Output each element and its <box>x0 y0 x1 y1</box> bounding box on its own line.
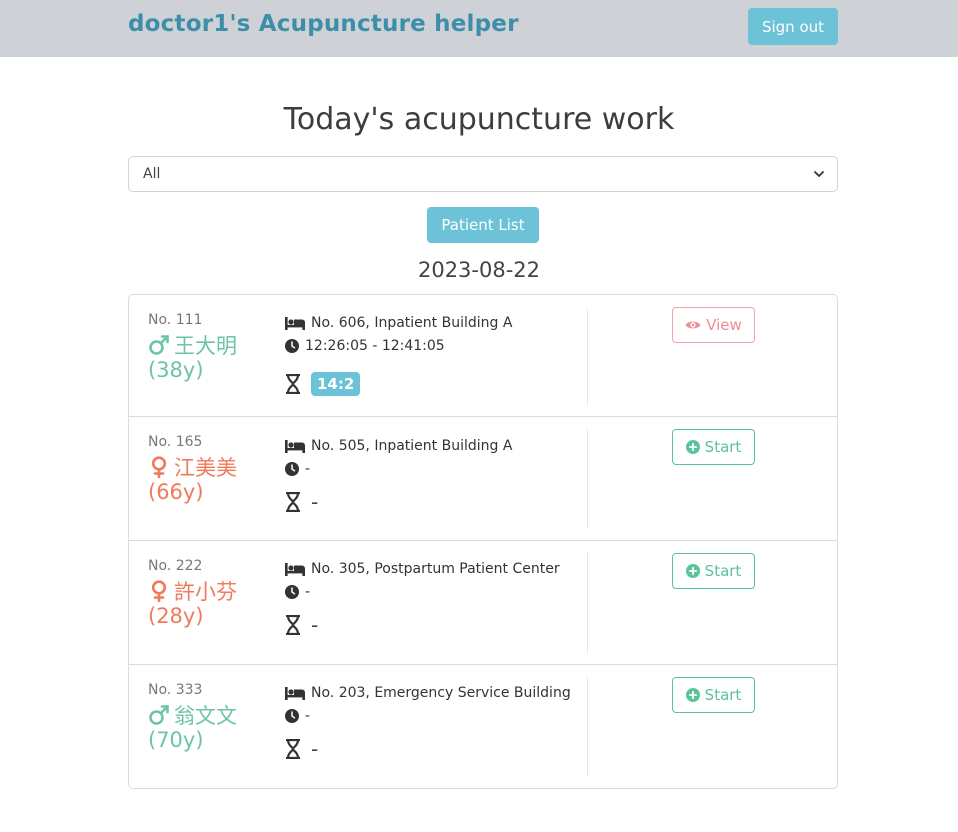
start-button[interactable]: Start <box>672 677 755 713</box>
timer-text: - <box>311 737 319 761</box>
time-text: 12:26:05 - 12:41:05 <box>305 338 445 354</box>
hourglass-icon <box>286 739 300 759</box>
patient-location: No. 505, Inpatient Building A <box>285 438 512 454</box>
patient-name-text: 翁文文 <box>174 704 237 728</box>
start-button-label: Start <box>704 562 742 580</box>
patient-row: No. 222 許小芬 (28y) No. 305, Postpartum Pa… <box>129 541 837 665</box>
session-timer: 14:2 <box>285 372 361 396</box>
location-text: No. 203, Emergency Service Building <box>311 685 571 701</box>
session-time: 12:26:05 - 12:41:05 <box>285 338 445 354</box>
location-text: No. 606, Inpatient Building A <box>311 315 513 331</box>
time-text: - <box>305 461 311 477</box>
location-text: No. 305, Postpartum Patient Center <box>311 561 560 577</box>
location-text: No. 505, Inpatient Building A <box>311 438 513 454</box>
patient-card-list: No. 111 王大明 (38y) No. 606, Inpatient Bui… <box>128 294 838 789</box>
plus-circle-icon <box>685 688 700 702</box>
patient-location: No. 203, Emergency Service Building <box>285 685 571 701</box>
patient-number: No. 333 <box>148 682 203 698</box>
patient-location: No. 606, Inpatient Building A <box>285 315 512 331</box>
patient-name: 許小芬 <box>148 576 237 606</box>
start-button-label: Start <box>704 438 742 456</box>
patient-age: (70y) <box>148 728 204 752</box>
patient-number: No. 222 <box>148 558 203 574</box>
bed-icon <box>285 563 305 576</box>
patient-name: 翁文文 <box>148 700 237 730</box>
start-button[interactable]: Start <box>672 553 755 589</box>
sign-out-button[interactable]: Sign out <box>748 8 838 45</box>
clock-icon <box>285 462 299 476</box>
work-date: 2023-08-22 <box>417 258 541 282</box>
bed-icon <box>285 440 305 453</box>
hourglass-icon <box>286 492 300 512</box>
timer-text: - <box>311 490 319 514</box>
page-title: Today's acupuncture work <box>283 102 675 137</box>
column-divider <box>587 553 588 653</box>
male-icon <box>149 335 169 355</box>
filter-selected-value: All <box>143 166 161 182</box>
patient-name-text: 許小芬 <box>174 580 237 604</box>
chevron-down-icon <box>814 171 824 177</box>
plus-circle-icon <box>685 440 700 454</box>
timer-badge: 14:2 <box>311 372 361 396</box>
start-button[interactable]: Start <box>672 429 755 465</box>
hourglass-icon <box>286 374 300 394</box>
timer-text: - <box>311 613 319 637</box>
navbar: doctor1's Acupuncture helper Sign out <box>0 0 958 57</box>
eye-icon <box>685 321 701 329</box>
column-divider <box>587 677 588 777</box>
patient-age: (66y) <box>148 480 204 504</box>
patient-name-text: 王大明 <box>174 334 237 358</box>
session-timer: - <box>285 737 318 761</box>
view-button[interactable]: View <box>672 307 755 343</box>
time-text: - <box>305 708 311 724</box>
patient-name: 王大明 <box>148 330 237 360</box>
male-icon <box>149 705 169 725</box>
patient-list-button[interactable]: Patient List <box>427 207 539 243</box>
clock-icon <box>285 709 299 723</box>
bed-icon <box>285 317 305 330</box>
clock-icon <box>285 585 299 599</box>
patient-age: (28y) <box>148 604 204 628</box>
patient-row: No. 111 王大明 (38y) No. 606, Inpatient Bui… <box>129 295 837 417</box>
column-divider <box>587 309 588 405</box>
session-timer: - <box>285 613 318 637</box>
female-icon <box>151 456 167 478</box>
brand-title: doctor1's Acupuncture helper <box>128 11 519 37</box>
filter-select[interactable]: All <box>128 156 838 192</box>
session-time: - <box>285 584 310 600</box>
patient-number: No. 165 <box>148 434 203 450</box>
column-divider <box>587 429 588 529</box>
clock-icon <box>285 339 299 353</box>
plus-circle-icon <box>685 564 700 578</box>
time-text: - <box>305 584 311 600</box>
patient-age: (38y) <box>148 358 204 382</box>
hourglass-icon <box>286 615 300 635</box>
patient-row: No. 333 翁文文 (70y) No. 203, Emergency Ser… <box>129 665 837 788</box>
patient-row: No. 165 江美美 (66y) No. 505, Inpatient Bui… <box>129 417 837 541</box>
patient-name: 江美美 <box>148 452 237 482</box>
session-time: - <box>285 461 310 477</box>
session-time: - <box>285 708 310 724</box>
patient-number: No. 111 <box>148 312 203 328</box>
female-icon <box>151 580 167 602</box>
start-button-label: Start <box>704 686 742 704</box>
patient-name-text: 江美美 <box>174 456 237 480</box>
bed-icon <box>285 687 305 700</box>
session-timer: - <box>285 490 318 514</box>
patient-location: No. 305, Postpartum Patient Center <box>285 561 560 577</box>
view-button-label: View <box>706 316 742 334</box>
